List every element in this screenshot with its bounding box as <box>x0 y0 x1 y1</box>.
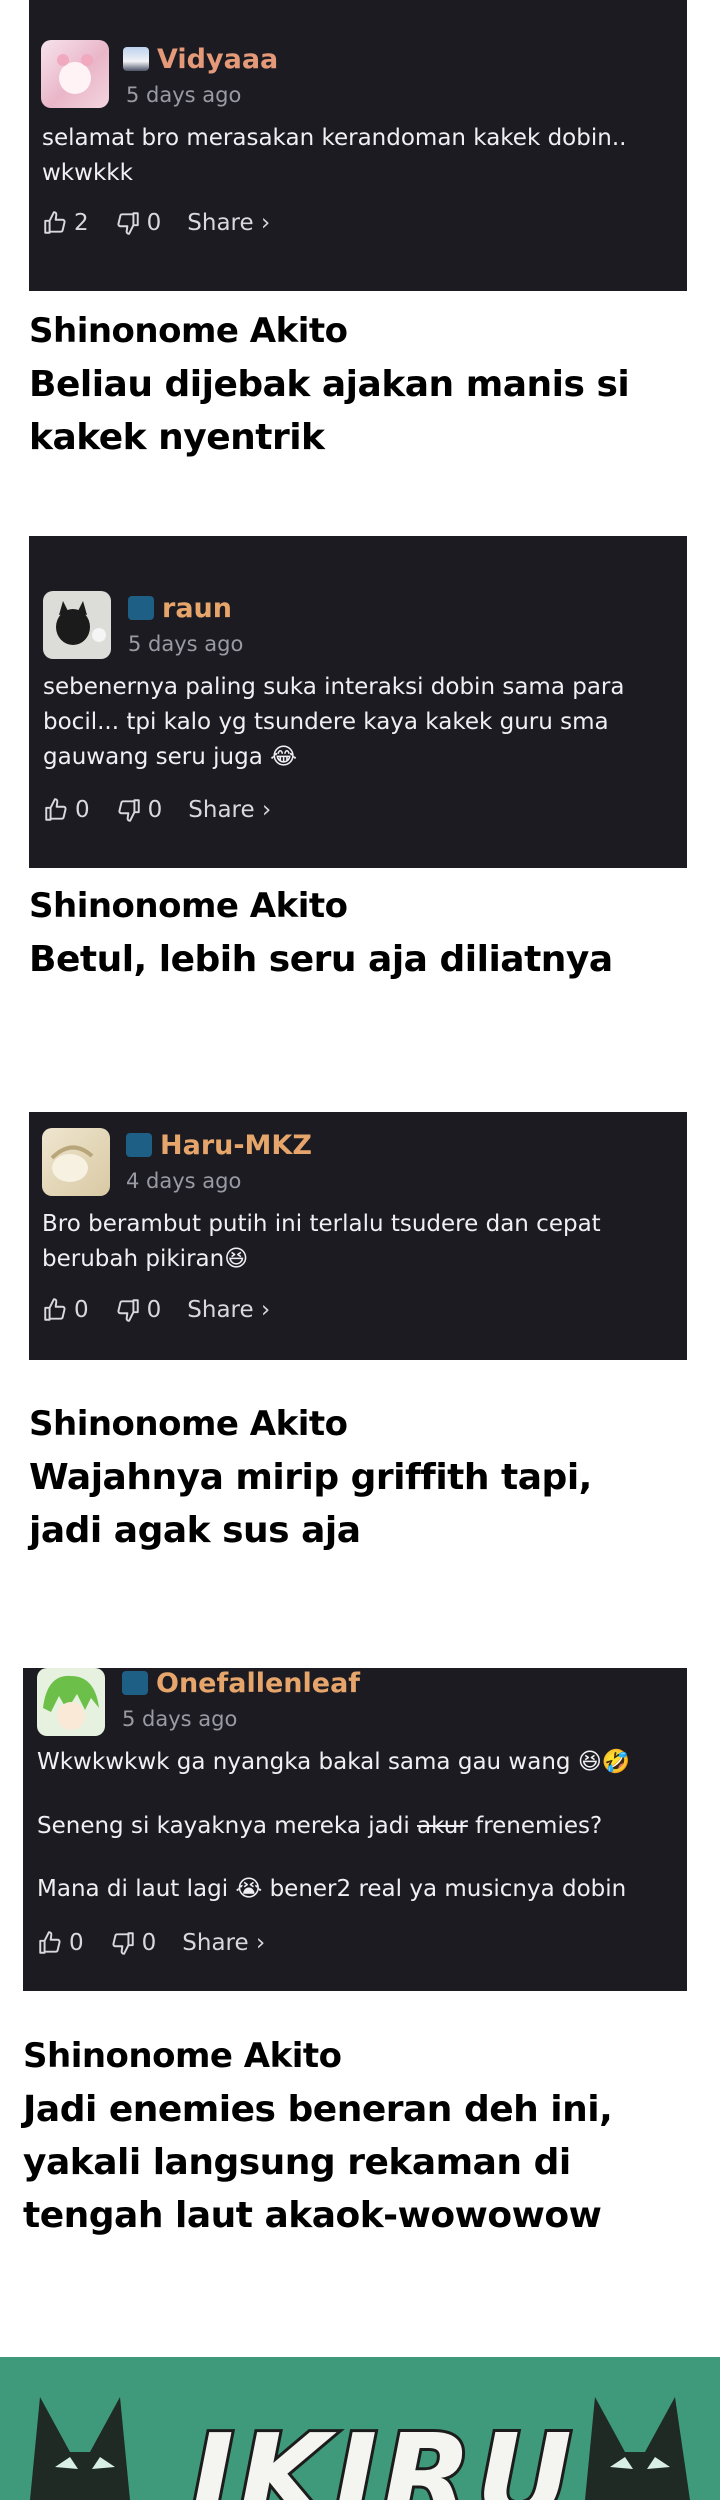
comment-text-line: Seneng si kayaknya mereka jadi akur fren… <box>37 1809 677 1844</box>
comment-text-line: Mana di laut lagi 😭 bener2 real ya music… <box>37 1876 627 1902</box>
dislike-count: 0 <box>146 1297 162 1323</box>
rank-badge-icon <box>126 1133 152 1157</box>
share-button[interactable]: Share › <box>187 210 270 236</box>
dislike-count: 0 <box>141 1930 157 1956</box>
share-button[interactable]: Share › <box>188 797 271 823</box>
comment-actions: 0 0 Share › <box>37 1930 291 1956</box>
reply-author: Shinonome Akito <box>23 2036 342 2076</box>
ikiru-banner[interactable]: IKIRU IKIRU <box>0 2357 720 2500</box>
timestamp: 4 days ago <box>126 1169 242 1193</box>
avatar[interactable] <box>37 1668 105 1736</box>
reply-author: Shinonome Akito <box>29 886 348 926</box>
rank-badge-icon <box>122 1671 148 1695</box>
thumbs-down-icon <box>117 212 139 235</box>
thumbs-down-icon <box>118 799 140 822</box>
comment-actions: 0 0 Share › <box>43 797 297 823</box>
dislike-count: 0 <box>146 210 162 236</box>
avatar[interactable] <box>42 1128 110 1196</box>
comment-actions: 0 0 Share › <box>42 1297 296 1323</box>
text-segment: Seneng si kayaknya mereka jadi <box>37 1813 418 1839</box>
comment-actions: 2 0 Share › <box>42 210 296 236</box>
username[interactable]: Vidyaaa <box>123 44 278 75</box>
thumbs-up-icon <box>44 1298 66 1321</box>
like-button[interactable]: 0 <box>43 797 90 823</box>
avatar-image <box>50 1145 94 1182</box>
text-segment: frenemies? <box>467 1813 603 1839</box>
timestamp: 5 days ago <box>128 632 244 656</box>
thumbs-up-icon <box>45 798 67 821</box>
avatar-image <box>43 1675 99 1730</box>
reply-block: Shinonome Akito Beliau dijebak ajakan ma… <box>29 305 669 464</box>
comment-card: Haru-MKZ 4 days ago Bro berambut putih i… <box>29 1112 687 1360</box>
rank-badge-icon <box>128 596 154 620</box>
comment-text: selamat bro merasakan kerandoman kakek d… <box>42 125 627 186</box>
dislike-button[interactable]: 0 <box>110 1930 157 1956</box>
reply-block: Shinonome Akito Betul, lebih seru aja di… <box>29 880 669 986</box>
username[interactable]: Haru-MKZ <box>126 1130 312 1161</box>
timestamp: 5 days ago <box>122 1707 238 1731</box>
comment-card: Onefallenleaf 5 days ago Wkwkwkwk ga nya… <box>23 1668 687 1991</box>
username[interactable]: raun <box>128 593 232 624</box>
thumbs-up-icon <box>39 1931 61 1954</box>
comment-card: raun 5 days ago sebenernya paling suka i… <box>29 536 687 868</box>
strikethrough-text: akur <box>417 1813 468 1839</box>
thumbs-down-icon <box>117 1299 139 1322</box>
comment-text: sebenernya paling suka interaksi dobin s… <box>43 674 625 770</box>
like-count: 0 <box>69 1930 84 1956</box>
thumbs-down-icon <box>112 1932 134 1955</box>
reply-text: Wajahnya mirip griffith tapi, jadi agak … <box>29 1457 592 1551</box>
dislike-button[interactable]: 0 <box>115 210 162 236</box>
reply-text: Betul, lebih seru aja diliatnya <box>29 939 613 980</box>
reply-text: Jadi enemies beneran deh ini, yakali lan… <box>23 2089 613 2236</box>
like-button[interactable]: 2 <box>42 210 89 236</box>
like-button[interactable]: 0 <box>42 1297 89 1323</box>
reply-block: Shinonome Akito Jadi enemies beneran deh… <box>23 2030 673 2242</box>
avatar[interactable] <box>41 40 109 108</box>
like-count: 2 <box>74 210 89 236</box>
reply-author: Shinonome Akito <box>29 311 348 351</box>
reply-author: Shinonome Akito <box>29 1404 348 1444</box>
like-count: 0 <box>74 1297 89 1323</box>
flag-badge-icon <box>123 47 149 71</box>
like-count: 0 <box>75 797 90 823</box>
like-button[interactable]: 0 <box>37 1930 84 1956</box>
avatar-image <box>57 54 93 94</box>
share-button[interactable]: Share › <box>187 1297 270 1323</box>
share-button[interactable]: Share › <box>182 1930 265 1956</box>
dislike-count: 0 <box>147 797 163 823</box>
comment-card: Vidyaaa 5 days ago selamat bro merasakan… <box>29 0 687 291</box>
username[interactable]: Onefallenleaf <box>122 1668 360 1699</box>
reply-block: Shinonome Akito Wajahnya mirip griffith … <box>29 1398 669 1557</box>
comment-text: Bro berambut putih ini terlalu tsudere d… <box>42 1211 601 1272</box>
comment-text-line: Wkwkwkwk ga nyangka bakal sama gau wang … <box>37 1749 631 1775</box>
avatar-image <box>56 601 106 645</box>
dislike-button[interactable]: 0 <box>115 1297 162 1323</box>
dislike-button[interactable]: 0 <box>116 797 163 823</box>
reply-text: Beliau dijebak ajakan manis si kakek nye… <box>29 364 630 458</box>
thumbs-up-icon <box>44 211 66 234</box>
avatar[interactable] <box>43 591 111 659</box>
banner-title-fill: IKIRU <box>190 2408 576 2500</box>
timestamp: 5 days ago <box>126 83 242 107</box>
